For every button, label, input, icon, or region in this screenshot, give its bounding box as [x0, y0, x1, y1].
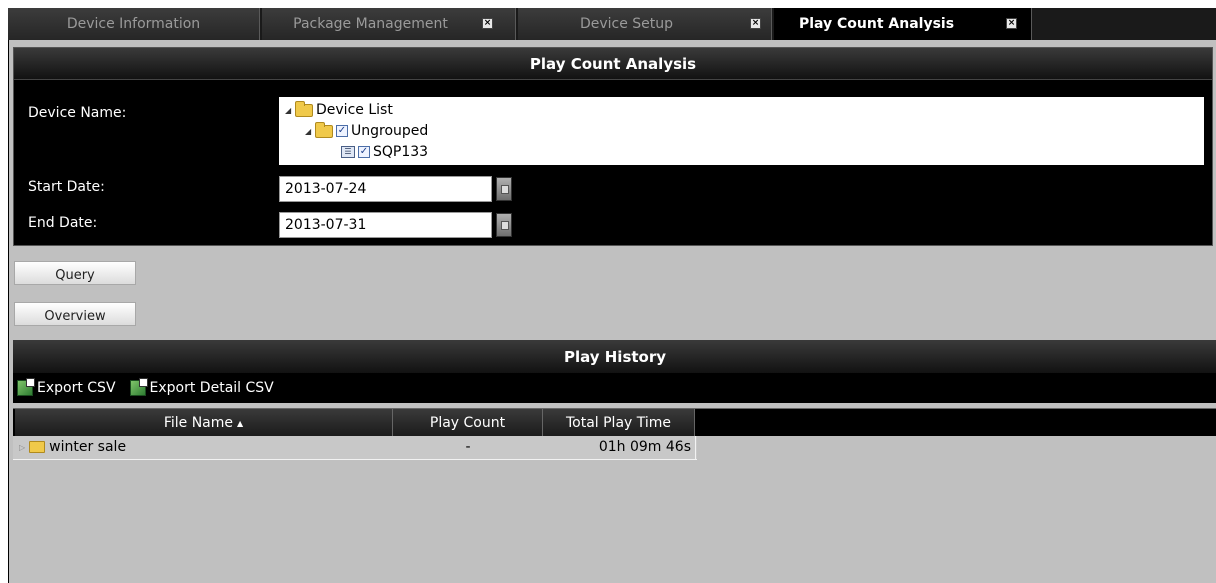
column-header-file-name[interactable]: File Name ▲	[15, 409, 393, 437]
column-label: File Name	[163, 415, 234, 431]
device-icon: ☰	[341, 146, 355, 158]
tree-node-ungrouped[interactable]: ◢ ✓ Ungrouped	[305, 121, 428, 141]
column-divider	[695, 436, 696, 460]
column-label: Play Count	[429, 415, 506, 431]
device-tree: ◢ Device List ◢ ✓ Ungrouped ☰ ✓ SQP133	[279, 97, 1204, 165]
history-toolbar: Export CSV Export Detail CSV	[13, 373, 1216, 403]
folder-icon	[315, 121, 333, 138]
play-count-cell: -	[465, 439, 471, 455]
folder-icon	[295, 100, 313, 117]
close-icon[interactable]: ×	[1006, 18, 1017, 29]
end-date-label: End Date:	[28, 215, 98, 231]
tab-bar: Device Information Package Management × …	[0, 0, 1216, 40]
export-csv-icon	[17, 378, 35, 396]
close-icon[interactable]: ×	[482, 18, 493, 29]
tree-node-device[interactable]: ☰ ✓ SQP133	[341, 142, 428, 162]
column-label: Total Play Time	[565, 415, 672, 431]
sort-ascending-icon: ▲	[237, 418, 244, 428]
export-detail-csv-label: Export Detail CSV	[149, 380, 274, 396]
close-icon[interactable]: ×	[750, 18, 761, 29]
expand-triangle-icon[interactable]: ◢	[285, 106, 295, 115]
expand-triangle-icon[interactable]: ◢	[305, 127, 315, 136]
tree-node-device-list[interactable]: ◢ Device List	[285, 100, 393, 120]
folder-icon	[29, 441, 46, 453]
analysis-panel: Play Count Analysis Device Name: ◢ Devic…	[13, 47, 1213, 246]
device-name-label: Device Name:	[28, 105, 127, 121]
tree-node-label: SQP133	[373, 144, 429, 160]
checkbox-checked-icon[interactable]: ✓	[336, 125, 348, 137]
tab-device-information[interactable]: Device Information	[8, 8, 260, 40]
calendar-icon[interactable]	[496, 213, 512, 237]
start-date-label: Start Date:	[28, 179, 105, 195]
total-play-time-cell: 01h 09m 46s	[598, 439, 691, 455]
calendar-icon[interactable]	[496, 177, 512, 201]
tab-device-setup[interactable]: Device Setup ×	[518, 8, 772, 40]
export-detail-csv-button[interactable]: Export Detail CSV	[129, 378, 274, 396]
column-header-play-count[interactable]: Play Count	[393, 409, 543, 437]
play-history-title: Play History	[13, 340, 1216, 373]
overview-button[interactable]: Overview	[14, 302, 136, 326]
start-date-input[interactable]	[279, 176, 492, 202]
tab-label: Play Count Analysis	[798, 16, 955, 32]
checkbox-checked-icon[interactable]: ✓	[358, 146, 370, 158]
end-date-input[interactable]	[279, 212, 492, 238]
tree-node-label: Device List	[316, 102, 393, 118]
tree-node-label: Ungrouped	[351, 123, 429, 139]
expand-triangle-icon[interactable]: ▷	[19, 443, 25, 452]
query-button[interactable]: Query	[14, 261, 136, 285]
tab-package-management[interactable]: Package Management ×	[262, 8, 516, 40]
export-csv-button[interactable]: Export CSV	[17, 378, 116, 396]
tab-play-count-analysis[interactable]: Play Count Analysis ×	[774, 8, 1032, 40]
grid-header: File Name ▲ Play Count Total Play Time	[13, 408, 1216, 437]
tab-label: Package Management	[293, 16, 448, 32]
export-csv-label: Export CSV	[37, 380, 116, 396]
panel-title: Play Count Analysis	[14, 48, 1212, 80]
tab-label: Device Information	[66, 16, 201, 32]
file-name-value: winter sale	[49, 439, 127, 455]
tab-label: Device Setup	[579, 16, 674, 32]
file-name-cell: ▷ winter sale	[13, 436, 393, 458]
table-row[interactable]: ▷ winter sale - 01h 09m 46s	[13, 436, 697, 460]
content-area: Play Count Analysis Device Name: ◢ Devic…	[8, 40, 1216, 583]
export-csv-icon	[129, 378, 148, 396]
column-header-total-play-time[interactable]: Total Play Time	[543, 409, 695, 437]
